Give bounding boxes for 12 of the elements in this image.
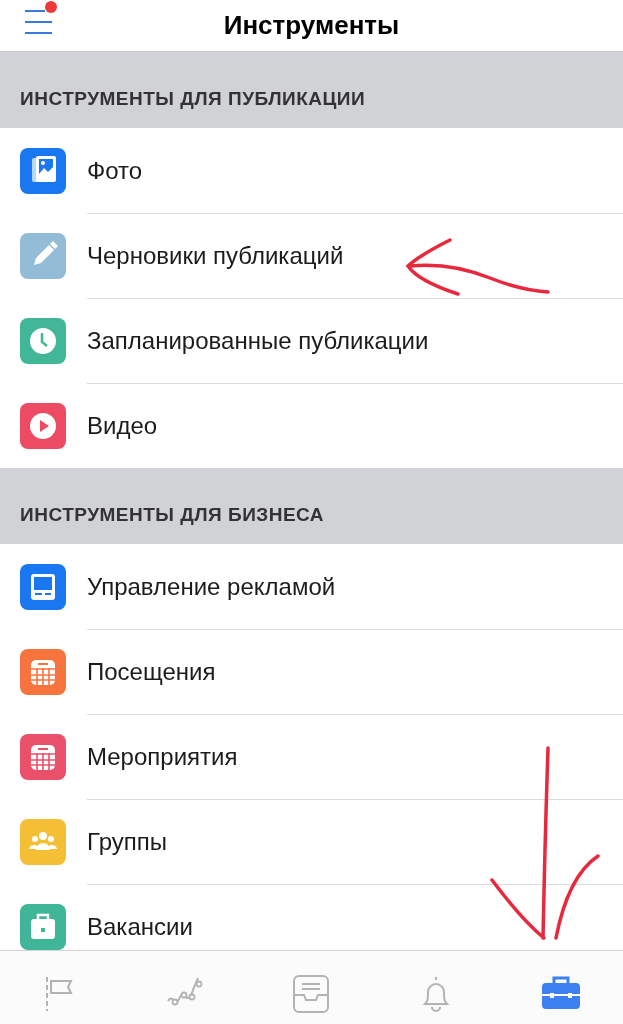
section-header: ИНСТРУМЕНТЫ ДЛЯ БИЗНЕСА (20, 502, 325, 527)
menu-item[interactable]: Видео (87, 408, 158, 444)
menu-item[interactable]: Фото (87, 152, 143, 189)
menu-item[interactable]: Группы (87, 824, 167, 860)
menu-item[interactable]: Управление рекламой (87, 568, 336, 605)
menu-item[interactable]: Черновики публикаций (87, 238, 344, 274)
menu-item[interactable]: Вакансии (87, 909, 193, 945)
menu-item[interactable]: Мероприятия (87, 739, 238, 775)
menu-item[interactable]: Посещения (87, 654, 216, 690)
section-header: ИНСТРУМЕНТЫ ДЛЯ ПУБЛИКАЦИИ (20, 86, 366, 111)
menu-item[interactable]: Запланированные публикации (87, 323, 429, 359)
screen-title: Инструменты (223, 9, 400, 42)
